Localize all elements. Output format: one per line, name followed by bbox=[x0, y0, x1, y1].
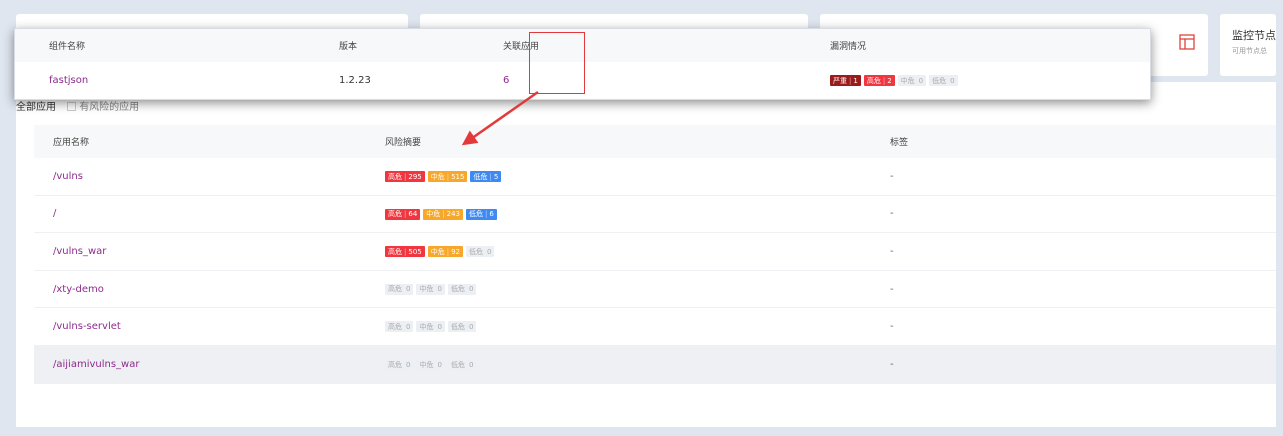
mid-badge: 中危 | 92 bbox=[427, 246, 464, 258]
risk-summary: 高危 | 505 中危 | 92 低危 0 bbox=[385, 246, 890, 258]
risk-summary: 高危 0 中危 0 低危 0 bbox=[385, 359, 890, 371]
table-row: /vulns 高危 | 295 中危 | 515 低危 | 5- bbox=[34, 158, 1276, 196]
component-name-link[interactable]: fastjson bbox=[49, 75, 88, 86]
col-component-name: 组件名称 bbox=[49, 42, 86, 52]
table-header: 应用名称 风险摘要 标签 bbox=[34, 125, 1276, 158]
annotation-highlight-box bbox=[529, 32, 585, 94]
app-name-link[interactable]: /vulns-servlet bbox=[53, 321, 121, 332]
high-badge: 高危 | 295 bbox=[385, 171, 425, 183]
low-badge: 低危 0 bbox=[929, 75, 958, 87]
filter-all-apps[interactable]: 全部应用 bbox=[16, 102, 56, 112]
monitor-card-subtitle: 可用节点总 bbox=[1232, 47, 1267, 55]
mid-badge: 中危 0 bbox=[416, 321, 445, 333]
table-row: /aijiamivulns_war 高危 0 中危 0 低危 0- bbox=[34, 345, 1276, 384]
low-badge: 低危 0 bbox=[447, 283, 477, 295]
table-row: /xty-demo 高危 0 中危 0 低危 0- bbox=[34, 271, 1276, 309]
low-badge: 低危 0 bbox=[447, 359, 477, 371]
app-tags: - bbox=[890, 283, 894, 295]
col-app-name: 应用名称 bbox=[53, 138, 90, 148]
monitor-card-title: 监控节点 bbox=[1232, 29, 1276, 42]
high-badge: 高危 0 bbox=[385, 283, 414, 295]
app-tags: - bbox=[890, 208, 894, 220]
risky-checkbox[interactable] bbox=[67, 102, 77, 111]
layout-icon bbox=[1179, 34, 1195, 50]
high-badge: 高危 | 505 bbox=[385, 246, 425, 258]
high-badge: 高危 0 bbox=[385, 321, 414, 333]
col-vulnerabilities: 漏洞情况 bbox=[830, 42, 867, 52]
app-name-link[interactable]: /vulns_war bbox=[53, 246, 106, 257]
vuln-summary: 严重 | 1 高危 | 2 中危 0 低危 0 bbox=[830, 75, 1150, 87]
risk-summary: 高危 | 295 中危 | 515 低危 | 5 bbox=[385, 171, 890, 183]
table-row: /vulns_war 高危 | 505 中危 | 92 低危 0- bbox=[34, 233, 1276, 271]
app-tags: - bbox=[890, 321, 894, 333]
app-name-link[interactable]: /xty-demo bbox=[53, 284, 104, 295]
filter-risky-apps[interactable]: 有风险的应用 bbox=[67, 98, 139, 112]
col-version: 版本 bbox=[339, 42, 358, 52]
mid-badge: 中危 0 bbox=[416, 283, 445, 295]
component-version: 1.2.23 bbox=[339, 75, 371, 86]
risk-summary: 高危 | 64 中危 | 243 低危 | 6 bbox=[385, 208, 890, 220]
filter-risky-label: 有风险的应用 bbox=[79, 102, 140, 112]
mid-badge: 中危 | 243 bbox=[423, 208, 464, 220]
summary-card-monitor bbox=[1220, 14, 1276, 76]
app-name-link[interactable]: / bbox=[53, 208, 56, 219]
mid-badge: 中危 | 515 bbox=[427, 171, 468, 183]
app-tags: - bbox=[890, 170, 894, 182]
mid-badge: 中危 0 bbox=[416, 359, 445, 371]
low-badge: 低危 0 bbox=[447, 321, 477, 333]
col-tags: 标签 bbox=[890, 138, 909, 148]
low-badge: 低危 | 6 bbox=[466, 208, 497, 220]
table-row: / 高危 | 64 中危 | 243 低危 | 6- bbox=[34, 196, 1276, 234]
risk-summary: 高危 0 中危 0 低危 0 bbox=[385, 283, 890, 295]
severe-badge: 严重 | 1 bbox=[830, 75, 861, 87]
col-risk-summary: 风险摘要 bbox=[385, 138, 422, 148]
app-tags: - bbox=[890, 358, 894, 370]
app-name-link[interactable]: /vulns bbox=[53, 171, 83, 182]
linked-apps-link[interactable]: 6 bbox=[503, 75, 509, 86]
low-badge: 低危 | 5 bbox=[470, 171, 502, 183]
high-badge: 高危 0 bbox=[385, 359, 414, 371]
high-badge: 高危 | 2 bbox=[863, 75, 895, 87]
risk-summary: 高危 0 中危 0 低危 0 bbox=[385, 321, 890, 333]
app-filter: 全部应用 有风险的应用 bbox=[16, 98, 139, 112]
mid-badge: 中危 0 bbox=[897, 75, 927, 87]
applications-table: 应用名称 风险摘要 标签 /vulns 高危 | 295 中危 | 515 低危 | 5- / 高危 |… bbox=[34, 125, 1276, 384]
app-name-link[interactable]: /aijiamivulns_war bbox=[53, 359, 139, 370]
high-badge: 高危 | 64 bbox=[385, 208, 421, 220]
low-badge: 低危 0 bbox=[466, 246, 495, 258]
app-tags: - bbox=[890, 245, 894, 257]
table-row: /vulns-servlet 高危 0 中危 0 低危 0- bbox=[34, 308, 1276, 346]
